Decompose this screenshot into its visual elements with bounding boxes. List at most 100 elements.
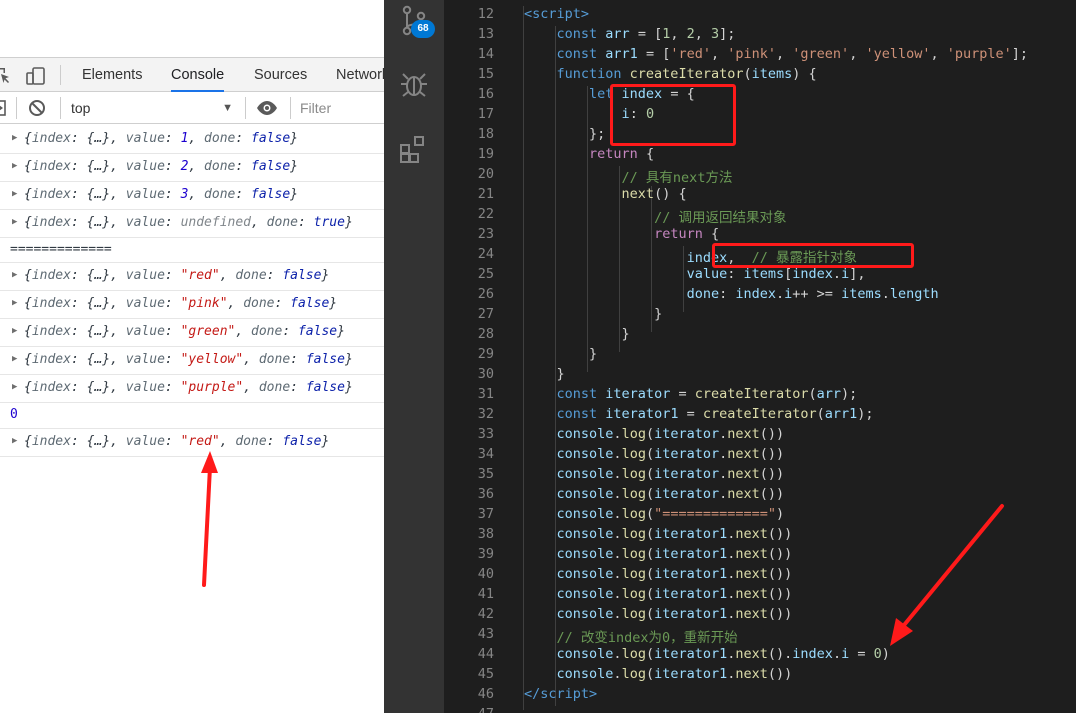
code-token: log <box>621 426 646 442</box>
code-line[interactable]: console.log(iterator1.next()) <box>557 546 793 562</box>
code-line[interactable]: <script> <box>524 6 589 22</box>
console-object-row[interactable]: ▶ {index: {…}, value: "pink", done: false… <box>0 291 384 319</box>
code-line[interactable]: console.log(iterator.next()) <box>557 486 785 502</box>
console-done: false <box>251 159 291 174</box>
code-line[interactable]: // 具有next方法 <box>622 166 733 186</box>
code-token: iterator1 <box>654 566 728 582</box>
expand-triangle-icon[interactable]: ▶ <box>12 354 17 364</box>
code-token: ( <box>645 526 655 542</box>
code-line[interactable]: console.log(iterator.next()) <box>557 446 785 462</box>
expand-triangle-icon[interactable]: ▶ <box>12 382 17 392</box>
code-token: ()) <box>767 586 793 602</box>
code-line[interactable]: console.log(iterator1.next()) <box>557 566 793 582</box>
code-token: log <box>621 546 646 562</box>
code-line[interactable]: console.log(iterator1.next()) <box>557 606 793 622</box>
toolbar-separator <box>290 97 291 119</box>
code-line[interactable]: let index = { <box>589 86 695 102</box>
console-object-row[interactable]: ▶ {index: {…}, value: 2, done: false} <box>0 154 384 182</box>
code-token: . <box>613 566 622 582</box>
code-token: , <box>930 46 947 62</box>
tab-sources[interactable]: Sources <box>254 58 307 92</box>
code-line[interactable]: </script> <box>524 686 597 702</box>
code-line[interactable]: done: index.i++ >= items.length <box>687 286 939 302</box>
code-line[interactable]: const arr1 = ['red', 'pink', 'green', 'y… <box>557 46 1029 62</box>
expand-triangle-icon[interactable]: ▶ <box>12 298 17 308</box>
expand-triangle-icon[interactable]: ▶ <box>12 133 17 143</box>
console-object-row[interactable]: ▶ {index: {…}, value: undefined, done: tr… <box>0 210 384 238</box>
console-object-row[interactable]: ▶ {index: {…}, value: "purple", done: fal… <box>0 375 384 403</box>
line-number: 41 <box>477 586 494 602</box>
expand-triangle-icon[interactable]: ▶ <box>12 161 17 171</box>
console-object-row[interactable]: ▶ {index: {…}, value: "yellow", done: fal… <box>0 347 384 375</box>
console-message: 0 <box>10 407 18 422</box>
code-line[interactable]: } <box>654 306 662 322</box>
console-object-row[interactable]: ▶ {index: {…}, value: "red", done: false} <box>0 263 384 291</box>
clear-console-icon[interactable] <box>28 99 46 121</box>
tab-console[interactable]: Console <box>171 58 225 92</box>
console-object-row[interactable]: ▶ {index: {…}, value: "green", done: fals… <box>0 319 384 347</box>
code-line[interactable]: // 改变index为0，重新开始 <box>557 626 738 646</box>
expand-triangle-icon[interactable]: ▶ <box>12 326 17 336</box>
console-object-row[interactable]: ▶ {index: {…}, value: 1, done: false} <box>0 126 384 154</box>
code-line[interactable]: function createIterator(items) { <box>557 66 817 82</box>
code-token: iterator <box>605 386 671 402</box>
code-token: : <box>727 266 744 282</box>
tab-network[interactable]: Network <box>336 58 384 92</box>
line-number: 16 <box>477 86 494 102</box>
code-line[interactable]: console.log(iterator1.next().index.i = 0… <box>557 646 890 662</box>
code-token: . <box>613 526 622 542</box>
expand-triangle-icon[interactable]: ▶ <box>12 189 17 199</box>
code-line[interactable]: } <box>589 346 597 362</box>
code-line[interactable]: const arr = [1, 2, 3]; <box>557 26 736 42</box>
code-token: = [ <box>629 26 663 42</box>
expand-triangle-icon[interactable]: ▶ <box>12 270 17 280</box>
code-line[interactable]: console.log(iterator1.next()) <box>557 586 793 602</box>
code-token: console <box>556 426 614 442</box>
sidebar-toggle-icon[interactable] <box>0 100 6 120</box>
code-line[interactable]: }; <box>589 126 605 142</box>
code-line[interactable]: console.log(iterator.next()) <box>557 426 785 442</box>
code-token: ]; <box>1011 46 1029 62</box>
line-number: 22 <box>477 206 494 222</box>
code-line[interactable]: index, // 暴露指针对象 <box>687 246 857 266</box>
code-line[interactable]: value: items[index.i], <box>687 266 866 282</box>
code-line[interactable]: return { <box>654 226 719 242</box>
code-line[interactable]: console.log(iterator1.next()) <box>557 666 793 682</box>
code-token: ( <box>645 586 655 602</box>
tab-elements[interactable]: Elements <box>82 58 142 92</box>
execution-context-select[interactable]: top ▼ <box>71 98 241 118</box>
console-object-row[interactable]: ▶ {index: {…}, value: 3, done: false} <box>0 182 384 210</box>
code-token: . <box>613 586 622 602</box>
inspect-element-icon[interactable] <box>0 67 10 87</box>
extensions-icon[interactable] <box>398 133 430 165</box>
code-line[interactable]: next() { <box>622 186 687 202</box>
debug-icon[interactable] <box>398 68 430 100</box>
code-editor[interactable]: 12 13 14 15 16 17 18 19 20 21 22 23 24 25 26 27 28 29 30 31… <box>444 0 1076 713</box>
code-token: length <box>889 286 939 302</box>
code-token: createIterator <box>629 66 744 82</box>
code-line[interactable]: return { <box>589 146 654 162</box>
code-token: createIterator <box>702 406 817 422</box>
code-token: console <box>556 646 614 662</box>
expand-triangle-icon[interactable]: ▶ <box>12 217 17 227</box>
expand-triangle-icon[interactable]: ▶ <box>12 436 17 446</box>
live-expression-eye-icon[interactable] <box>256 100 278 120</box>
code-token: log <box>621 466 646 482</box>
code-token: ( <box>816 406 825 422</box>
code-line[interactable]: } <box>622 326 630 342</box>
code-line[interactable]: // 调用返回结果对象 <box>654 206 786 226</box>
code-token: ()) <box>767 526 793 542</box>
code-token: arr <box>816 386 842 402</box>
code-line[interactable]: const iterator = createIterator(arr); <box>557 386 858 402</box>
console-done: false <box>305 380 345 395</box>
filter-input[interactable] <box>300 98 384 118</box>
code-line[interactable]: const iterator1 = createIterator(arr1); <box>557 406 874 422</box>
code-line[interactable]: console.log("=============") <box>557 506 785 522</box>
code-line[interactable]: console.log(iterator.next()) <box>557 466 785 482</box>
code-line[interactable]: i: 0 <box>622 106 655 122</box>
code-token: , <box>670 26 687 42</box>
code-line[interactable]: console.log(iterator1.next()) <box>557 526 793 542</box>
device-toolbar-icon[interactable] <box>26 67 46 89</box>
code-token: ( <box>645 466 655 482</box>
code-line[interactable]: } <box>557 366 565 382</box>
